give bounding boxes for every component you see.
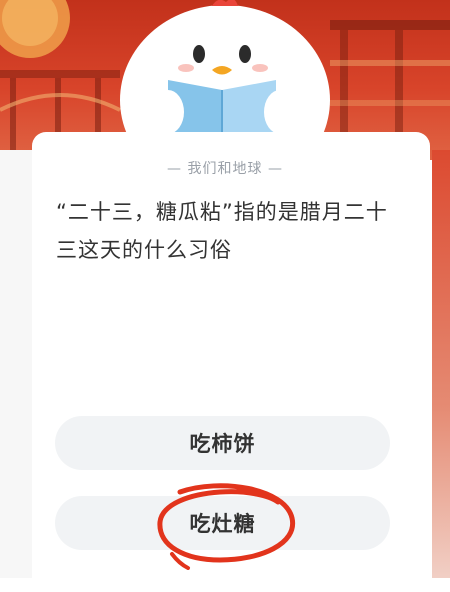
right-decor-edge [432,150,450,578]
answer-option-2[interactable]: 吃灶糖 [55,496,390,550]
quiz-category: — 我们和地球 — [167,161,283,177]
left-margin [0,150,32,578]
answer-option-1[interactable]: 吃柿饼 [55,416,390,470]
answer-option-1-label: 吃柿饼 [189,432,256,456]
answer-option-2-label: 吃灶糖 [189,512,256,536]
quiz-question: “二十三，糖瓜粘”指的是腊月二十三这天的什么习俗 [56,200,388,262]
